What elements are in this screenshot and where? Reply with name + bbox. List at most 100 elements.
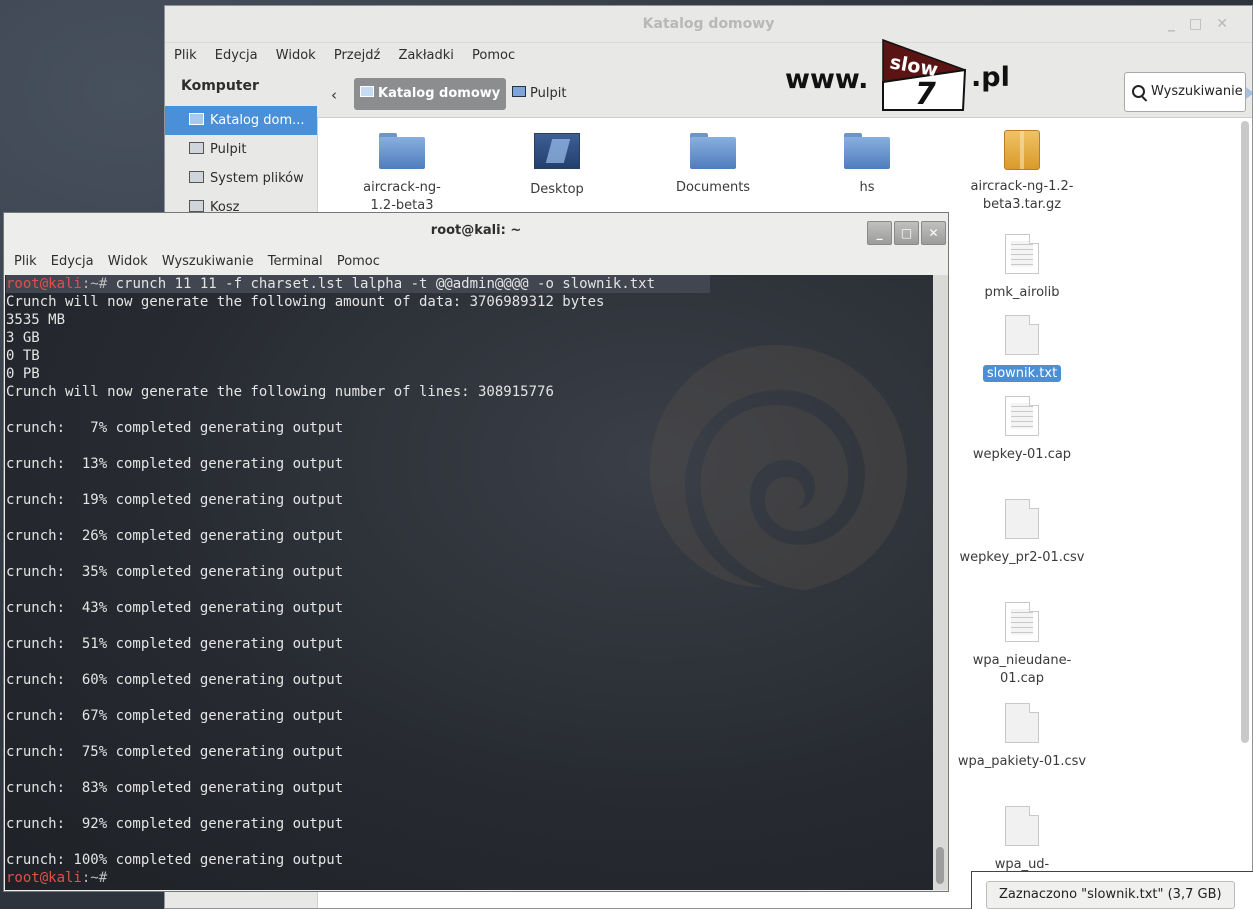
terminal-menu-pomoc[interactable]: Pomoc bbox=[337, 254, 380, 269]
home-icon bbox=[360, 86, 374, 97]
breadcrumb-label: Pulpit bbox=[530, 86, 567, 101]
final-prompt-line: root@kali:~# bbox=[6, 869, 935, 887]
terminal-menu-wyszukiwanie[interactable]: Wyszukiwanie bbox=[162, 254, 254, 269]
sidebar-item-desktop[interactable]: Pulpit bbox=[165, 135, 317, 164]
terminal-window-controls: _ □ ✕ bbox=[865, 216, 946, 252]
terminal-maximize-button[interactable]: □ bbox=[894, 221, 919, 245]
desktop-icon bbox=[512, 86, 526, 97]
logo-flag-icon: slow 7 bbox=[882, 38, 967, 112]
minimize-button[interactable]: _ bbox=[1168, 16, 1189, 32]
terminal-output-line: crunch: 13% completed generating output bbox=[6, 456, 344, 472]
file-item[interactable]: Documents bbox=[643, 133, 783, 197]
menu-zakladki[interactable]: Zakładki bbox=[398, 48, 453, 63]
back-chevron-button[interactable]: ‹ bbox=[331, 86, 337, 104]
prompt-path: :~# bbox=[81, 276, 108, 292]
file-name: wpa_nieudane-01.cap bbox=[972, 653, 1072, 686]
terminal-output-line: 3535 MB bbox=[6, 312, 66, 328]
terminal-titlebar[interactable]: root@kali: ~ _ □ ✕ bbox=[4, 213, 948, 249]
breadcrumb-home[interactable]: Katalog domowy bbox=[354, 78, 507, 110]
file-item[interactable]: wpa_pakiety-01.csv bbox=[952, 703, 1092, 771]
file-item[interactable]: wepkey_pr2-01.csv bbox=[952, 499, 1092, 567]
command-text: crunch 11 11 -f charset.lst lalpha -t @@… bbox=[107, 276, 656, 292]
breadcrumb-label: Katalog domowy bbox=[378, 86, 501, 101]
file-item[interactable]: aircrack-ng-1.2-beta3.tar.gz bbox=[952, 130, 1092, 214]
sidebar-heading: Komputer bbox=[181, 78, 259, 94]
terminal-output-line: crunch: 60% completed generating output bbox=[6, 672, 344, 688]
terminal-output-line: crunch: 19% completed generating output bbox=[6, 492, 344, 508]
sidebar-item-label: Pulpit bbox=[210, 142, 247, 157]
sidebar-item-filesystem[interactable]: System plików bbox=[165, 164, 317, 193]
close-button[interactable]: ✕ bbox=[1216, 16, 1242, 32]
window-controls: _□✕ bbox=[1168, 6, 1242, 42]
slow7-logo: www. slow 7 .pl bbox=[785, 34, 1015, 114]
file-item[interactable]: wepkey-01.cap bbox=[952, 396, 1092, 464]
file-name: aircrack-ng-1.2-beta3 bbox=[363, 180, 441, 213]
file-name: Desktop bbox=[530, 182, 584, 197]
file-name-wrap: slownik.txt bbox=[952, 365, 1092, 383]
search-button[interactable]: Wyszukiwanie bbox=[1124, 72, 1246, 112]
file-name: pmk_airolib bbox=[984, 285, 1060, 300]
file-item[interactable]: aircrack-ng-1.2-beta3 bbox=[332, 133, 472, 215]
file-name: slownik.txt bbox=[982, 365, 1062, 382]
terminal-output-line: crunch: 75% completed generating output bbox=[6, 744, 344, 760]
search-icon bbox=[1132, 85, 1145, 98]
terminal-scrollbar[interactable] bbox=[933, 275, 948, 890]
menu-pomoc[interactable]: Pomoc bbox=[472, 48, 515, 63]
terminal-scroll-thumb[interactable] bbox=[936, 847, 944, 884]
file-item[interactable]: Desktop bbox=[487, 133, 627, 199]
terminal-title: root@kali: ~ bbox=[430, 223, 522, 238]
terminal-output-line: crunch: 67% completed generating output bbox=[6, 708, 344, 724]
terminal-minimize-button[interactable]: _ bbox=[867, 221, 892, 245]
terminal-menubar: Plik Edycja Widok Wyszukiwanie Terminal … bbox=[4, 249, 948, 275]
terminal-output-line: 0 TB bbox=[6, 348, 40, 364]
file-item[interactable]: hs bbox=[797, 133, 937, 197]
selection-status: Zaznaczono "slownik.txt" (3,7 GB) bbox=[986, 881, 1235, 909]
file-item-selected[interactable]: slownik.txt bbox=[952, 315, 1092, 383]
file-manager-menubar: Plik Edycja Widok Przejdź Zakładki Pomoc bbox=[165, 43, 1252, 69]
file-item[interactable]: wpa_nieudane-01.cap bbox=[952, 602, 1092, 688]
status-bar-frame: Zaznaczono "slownik.txt" (3,7 GB) bbox=[971, 871, 1253, 909]
sidebar-item-label: Katalog dom... bbox=[210, 113, 305, 128]
sidebar-item-home[interactable]: Katalog dom... bbox=[165, 106, 317, 135]
archive-icon bbox=[1004, 130, 1040, 170]
home-icon bbox=[189, 113, 204, 125]
file-name: aircrack-ng-1.2-beta3.tar.gz bbox=[970, 179, 1074, 212]
menu-widok[interactable]: Widok bbox=[276, 48, 316, 63]
text-file-icon bbox=[1005, 602, 1039, 642]
sidebar-item-label: System plików bbox=[210, 171, 304, 186]
terminal-output-line: crunch: 26% completed generating output bbox=[6, 528, 344, 544]
terminal-menu-plik[interactable]: Plik bbox=[14, 254, 37, 269]
blank-file-icon bbox=[1005, 499, 1039, 539]
file-item[interactable]: pmk_airolib bbox=[952, 234, 1092, 302]
terminal-menu-edycja[interactable]: Edycja bbox=[51, 254, 94, 269]
text-file-icon bbox=[1005, 234, 1039, 274]
logo-prefix: www. bbox=[785, 64, 869, 95]
menu-plik[interactable]: Plik bbox=[174, 48, 197, 63]
file-manager-titlebar[interactable]: Katalog domowy _□✕ bbox=[165, 6, 1252, 43]
file-name: Documents bbox=[675, 180, 751, 195]
maximize-button[interactable]: □ bbox=[1189, 16, 1216, 32]
terminal-menu-widok[interactable]: Widok bbox=[108, 254, 148, 269]
terminal-menu-terminal[interactable]: Terminal bbox=[268, 254, 323, 269]
menu-edycja[interactable]: Edycja bbox=[215, 48, 258, 63]
terminal-close-button[interactable]: ✕ bbox=[921, 221, 946, 245]
file-view-scrollbar[interactable] bbox=[1241, 121, 1249, 743]
logo-flag-number: 7 bbox=[915, 77, 936, 112]
file-name: wepkey-01.cap bbox=[972, 447, 1072, 462]
menu-przejdz[interactable]: Przejdź bbox=[334, 48, 380, 63]
terminal-window: root@kali: ~ _ □ ✕ Plik Edycja Widok Wyszu… bbox=[3, 212, 949, 892]
prompt-user: root@kali bbox=[6, 870, 82, 886]
breadcrumb-desktop[interactable]: Pulpit bbox=[512, 78, 566, 110]
folder-icon bbox=[690, 133, 736, 169]
terminal-output-line: Crunch will now generate the following a… bbox=[6, 294, 605, 310]
terminal-output-line: 3 GB bbox=[6, 330, 40, 346]
terminal-output[interactable]: root@kali:~# crunch 11 11 -f charset.lst… bbox=[5, 275, 935, 890]
